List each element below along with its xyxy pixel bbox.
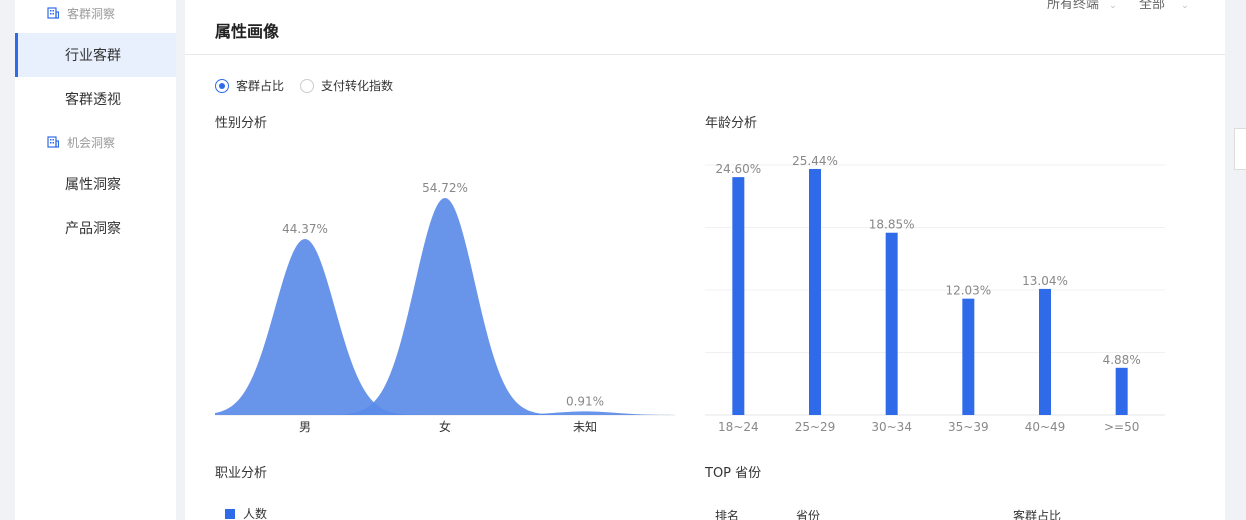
gender-analysis-title: 性别分析 — [215, 116, 268, 131]
building-icon — [47, 136, 59, 148]
radio-label: 客群占比 — [236, 79, 285, 93]
age-bar-3[interactable] — [962, 298, 975, 415]
age-value-label: 18.85% — [869, 218, 915, 232]
age-category-label: >=50 — [1104, 420, 1139, 434]
age-category-label: 30~34 — [871, 420, 912, 434]
age-bar-2[interactable] — [885, 232, 898, 415]
sidebar-item-label: 属性洞察 — [65, 177, 121, 193]
sidebar-item-product-insight[interactable]: 产品洞察 — [15, 206, 176, 250]
column-header-audience-share: 客群占比 — [1013, 509, 1062, 520]
age-category-label: 40~49 — [1025, 420, 1066, 434]
radio-audience-share[interactable]: 客群占比 — [215, 77, 284, 94]
age-value-label: 12.03% — [945, 284, 991, 298]
sidebar-item-industry-audience[interactable]: 行业客群 — [15, 33, 176, 77]
gender-category-label: 未知 — [573, 420, 597, 434]
gender-value-label: 54.72% — [422, 181, 468, 195]
sidebar-item-label: 客群透视 — [65, 92, 121, 108]
gender-chart: 44.37% 男 54.72% 女 0.91% 未知 — [215, 181, 675, 434]
sidebar-item-audience-perspective[interactable]: 客群透视 — [15, 77, 176, 121]
terminal-dropdown[interactable]: 所有终端 ⌄ — [1047, 0, 1117, 12]
sidebar-item-label: 行业客群 — [65, 48, 121, 64]
column-header-province: 省份 — [796, 509, 821, 520]
age-chart: 24.60% 18~24 25.44% 25~29 18.85% 30~34 12.03% 3… — [705, 154, 1165, 434]
age-analysis-title: 年龄分析 — [705, 116, 758, 131]
gender-category-label: 男 — [299, 420, 311, 434]
radio-checked-icon — [215, 78, 229, 93]
scope-dropdown-label: 全部 — [1139, 0, 1166, 12]
sidebar-group-opportunity-insight: 机会洞察 — [15, 129, 176, 155]
radio-unchecked-icon — [300, 78, 315, 93]
age-value-label: 4.88% — [1103, 353, 1141, 367]
floating-side-tab[interactable] — [1234, 128, 1246, 170]
building-icon — [47, 7, 59, 19]
age-value-label: 25.44% — [792, 154, 838, 168]
scope-dropdown[interactable]: 全部 ⌄ — [1139, 0, 1189, 12]
sidebar-group-audience-insight: 客群洞察 — [15, 0, 176, 26]
sidebar-group-label: 客群洞察 — [67, 6, 116, 21]
age-bar-0[interactable] — [732, 177, 745, 415]
age-value-label: 24.60% — [715, 162, 761, 176]
top-province-title: TOP 省份 — [705, 466, 762, 481]
gender-value-label: 0.91% — [566, 394, 604, 408]
age-bar-5[interactable] — [1115, 367, 1128, 415]
sidebar-item-attribute-insight[interactable]: 属性洞察 — [15, 162, 176, 206]
legend-label: 人数 — [243, 507, 268, 520]
sidebar: 客群洞察 行业客群 客群透视 机会洞察 属性洞察 产品洞察 — [15, 0, 176, 520]
age-category-label: 35~39 — [948, 420, 989, 434]
age-bar-4[interactable] — [1039, 288, 1051, 415]
legend-swatch — [225, 508, 235, 519]
attribute-portrait-panel: 所有终端 ⌄ 全部 ⌄ 属性画像 客群占比 支付转化指数 性别分析 年龄分析 4… — [185, 0, 1225, 520]
divider — [185, 54, 1225, 55]
age-value-label: 13.04% — [1022, 274, 1068, 288]
metric-radio-group: 客群占比 支付转化指数 — [215, 77, 409, 94]
terminal-dropdown-label: 所有终端 — [1047, 0, 1100, 12]
gender-category-label: 女 — [439, 419, 451, 434]
panel-title: 属性画像 — [215, 22, 280, 41]
gender-value-label: 44.37% — [282, 222, 328, 236]
occupation-analysis-title: 职业分析 — [215, 466, 268, 481]
age-category-label: 18~24 — [718, 420, 759, 434]
sidebar-item-label: 产品洞察 — [65, 221, 121, 237]
chevron-down-icon: ⌄ — [1109, 1, 1117, 11]
chevron-down-icon: ⌄ — [1181, 1, 1189, 11]
sidebar-group-label: 机会洞察 — [67, 135, 116, 150]
radio-label: 支付转化指数 — [321, 79, 394, 93]
occupation-legend[interactable]: 人数 — [225, 505, 267, 520]
column-header-rank: 排名 — [715, 509, 740, 520]
radio-payment-conversion-index[interactable]: 支付转化指数 — [300, 77, 393, 94]
age-bar-1[interactable] — [809, 169, 821, 415]
age-category-label: 25~29 — [795, 420, 836, 434]
